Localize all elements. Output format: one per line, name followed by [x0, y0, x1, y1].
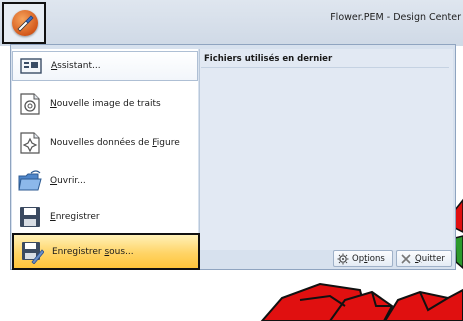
recent-files-separator: [201, 67, 449, 68]
menu-item-label: Nouvelles données de Figure: [50, 138, 180, 148]
new-line-image-icon: [20, 93, 40, 115]
menu-item-save-as[interactable]: Enregistrer sous...: [12, 233, 200, 270]
close-icon: [401, 253, 411, 264]
menu-item-save[interactable]: Enregistrer: [12, 199, 198, 235]
menu-item-label: Enregistrer: [50, 212, 100, 222]
menu-item-open[interactable]: Ouvrir...: [12, 163, 198, 199]
wizard-icon: [20, 58, 42, 74]
menu-item-label: Nouvelle image de traits: [50, 99, 161, 109]
new-figure-data-icon: [20, 132, 40, 154]
app-menu-button[interactable]: [2, 2, 46, 44]
recent-files-panel: [199, 49, 453, 250]
save-as-icon: [22, 241, 44, 264]
window-title: Flower.PEM - Design Center: [330, 12, 461, 23]
menu-item-new-line-image[interactable]: Nouvelle image de traits: [12, 86, 198, 122]
quit-button[interactable]: Quitter: [396, 250, 452, 267]
folder-open-icon: [18, 170, 42, 191]
brush-orb-icon: [12, 10, 38, 36]
quit-label: Quitter: [415, 253, 445, 264]
menu-item-label: Ouvrir...: [50, 176, 86, 186]
menu-item-new-figure-data[interactable]: Nouvelles données de Figure: [12, 125, 198, 161]
menu-item-label: Enregistrer sous...: [52, 246, 134, 257]
options-button[interactable]: Options: [333, 250, 393, 267]
gear-icon: [337, 253, 349, 264]
window-titlebar: Flower.PEM - Design Center: [0, 0, 463, 46]
floppy-disk-icon: [20, 207, 40, 227]
menu-item-label: Assistant...: [51, 61, 101, 71]
recent-files-title: Fichiers utilisés en dernier: [204, 54, 333, 64]
menu-item-assistant[interactable]: Assistant...: [12, 51, 198, 81]
options-label: Options: [352, 253, 385, 264]
